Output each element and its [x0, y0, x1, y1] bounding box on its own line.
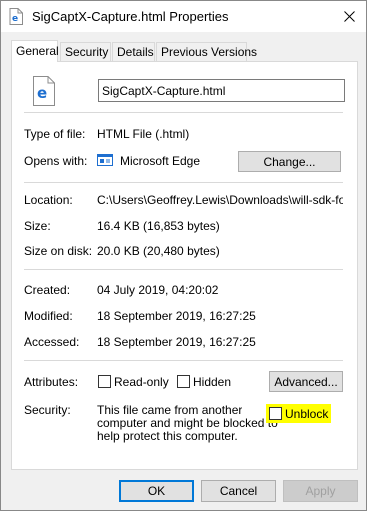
title-bar[interactable]: e SigCaptX-Capture.html Properties	[1, 1, 366, 32]
opens-with-label: Opens with:	[24, 154, 88, 168]
attributes-label: Attributes:	[24, 375, 79, 389]
cancel-button-label: Cancel	[219, 484, 258, 498]
separator	[24, 269, 343, 270]
type-of-file-label: Type of file:	[24, 127, 86, 141]
size-label: Size:	[24, 219, 51, 233]
separator	[24, 112, 343, 113]
opens-with-value: Microsoft Edge	[120, 154, 201, 168]
modified-value: 18 September 2019, 16:27:25	[97, 309, 256, 323]
read-only-checkbox[interactable]	[98, 375, 111, 388]
tab-security[interactable]: Security	[60, 42, 111, 61]
size-value: 16.4 KB (16,853 bytes)	[97, 219, 220, 233]
ok-button-label: OK	[147, 484, 166, 498]
separator	[24, 360, 343, 361]
created-label: Created:	[24, 283, 71, 297]
location-label: Location:	[24, 193, 73, 207]
hidden-checkbox[interactable]	[177, 375, 190, 388]
created-value: 04 July 2019, 04:20:02	[97, 283, 219, 297]
accessed-label: Accessed:	[24, 335, 80, 349]
security-message-line3: help protect this computer.	[97, 429, 238, 443]
svg-text:e: e	[37, 84, 47, 102]
modified-label: Modified:	[24, 309, 73, 323]
change-button[interactable]: Change...	[238, 151, 341, 172]
tab-security-label: Security	[65, 45, 109, 59]
cancel-button[interactable]: Cancel	[201, 480, 276, 502]
separator	[24, 182, 343, 183]
edge-app-icon	[97, 154, 113, 166]
tab-details-label: Details	[117, 45, 154, 59]
tab-details[interactable]: Details	[112, 42, 155, 61]
read-only-label[interactable]: Read-only	[114, 375, 169, 389]
advanced-button-label: Advanced...	[274, 374, 338, 389]
location-value: C:\Users\Geoffrey.Lewis\Downloads\will-s…	[97, 193, 343, 207]
accessed-value: 18 September 2019, 16:27:25	[97, 335, 256, 349]
svg-text:e: e	[12, 14, 18, 24]
tab-previous-versions-label: Previous Versions	[161, 45, 258, 59]
size-on-disk-label: Size on disk:	[24, 244, 93, 258]
hidden-label[interactable]: Hidden	[193, 375, 231, 389]
security-message-line1: This file came from another	[97, 403, 243, 417]
general-panel: e Type of file: HTML File (.html) Opens …	[11, 61, 358, 470]
unblock-label[interactable]: Unblock	[285, 407, 328, 421]
html-file-icon: e	[9, 8, 23, 25]
type-of-file-value: HTML File (.html)	[97, 127, 190, 141]
file-name-input[interactable]	[98, 79, 345, 102]
tab-general-label: General	[16, 44, 59, 58]
tab-previous-versions[interactable]: Previous Versions	[156, 42, 257, 61]
security-message-line2: computer and might be blocked to	[97, 416, 278, 430]
close-icon	[343, 11, 355, 22]
apply-button-label: Apply	[305, 484, 336, 498]
change-button-label: Change...	[263, 154, 316, 169]
unblock-checkbox[interactable]	[269, 407, 282, 420]
security-label: Security:	[24, 403, 71, 417]
html-file-icon: e	[33, 76, 55, 106]
window-title: SigCaptX-Capture.html Properties	[32, 9, 229, 24]
size-on-disk-value: 20.0 KB (20,480 bytes)	[97, 244, 220, 258]
properties-dialog: e SigCaptX-Capture.html Properties Gener…	[0, 0, 367, 511]
tab-general[interactable]: General	[11, 40, 59, 62]
close-button[interactable]	[332, 1, 366, 32]
apply-button[interactable]: Apply	[283, 480, 358, 502]
ok-button[interactable]: OK	[119, 480, 194, 502]
advanced-button[interactable]: Advanced...	[269, 371, 343, 392]
